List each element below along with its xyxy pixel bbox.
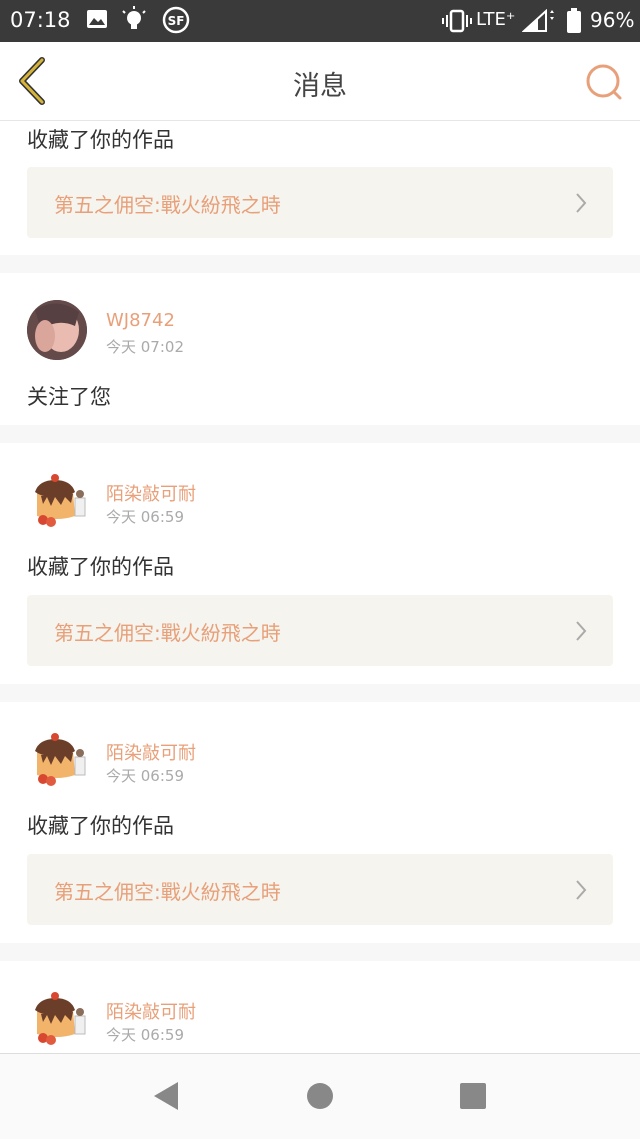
status-time: 07:18 xyxy=(10,8,71,32)
message-item: 陌染敲可耐 今天 06:59 xyxy=(0,961,640,1053)
network-type: LTE⁺ xyxy=(476,9,516,30)
back-triangle-icon[interactable] xyxy=(150,1080,180,1112)
avatar[interactable] xyxy=(27,988,89,1050)
svg-text:SF: SF xyxy=(168,14,185,28)
username[interactable]: 陌染敲可耐 xyxy=(106,998,196,1024)
message-item: 陌染敲可耐 今天 06:59 收藏了你的作品 第五之佣空:戰火紛飛之時 xyxy=(0,702,640,943)
signal-icon xyxy=(522,9,554,32)
sf-app-icon: SF xyxy=(162,6,190,34)
work-title: 第五之佣空:戰火紛飛之時 xyxy=(54,621,281,645)
username[interactable]: 陌染敲可耐 xyxy=(106,739,196,765)
home-circle-icon[interactable] xyxy=(306,1082,334,1110)
message-time: 今天 06:59 xyxy=(106,767,184,785)
work-link[interactable]: 第五之佣空:戰火紛飛之時 xyxy=(27,167,613,238)
vibrate-icon xyxy=(442,9,472,33)
username[interactable]: 陌染敲可耐 xyxy=(106,480,196,506)
message-item: 收藏了你的作品 第五之佣空:戰火紛飛之時 xyxy=(0,121,640,255)
message-action: 关注了您 xyxy=(27,385,111,409)
username[interactable]: WJ8742 xyxy=(106,310,175,331)
search-button[interactable] xyxy=(584,62,624,102)
status-bar: 07:18 SF LTE⁺ 96% xyxy=(0,0,640,42)
battery-percent: 96% xyxy=(590,8,635,32)
chevron-right-icon xyxy=(576,880,587,900)
avatar[interactable] xyxy=(27,729,89,791)
message-item: 陌染敲可耐 今天 06:59 收藏了你的作品 第五之佣空:戰火紛飛之時 xyxy=(0,443,640,684)
header-bar: 消息 xyxy=(0,42,640,121)
work-link[interactable]: 第五之佣空:戰火紛飛之時 xyxy=(27,595,613,666)
work-title: 第五之佣空:戰火紛飛之時 xyxy=(54,193,281,217)
recents-square-icon[interactable] xyxy=(459,1082,487,1110)
message-list[interactable]: 收藏了你的作品 第五之佣空:戰火紛飛之時 WJ8742 今天 07:02 关注了… xyxy=(0,121,640,1053)
work-title: 第五之佣空:戰火紛飛之時 xyxy=(54,880,281,904)
message-action: 收藏了你的作品 xyxy=(27,814,174,838)
chevron-right-icon xyxy=(576,193,587,213)
work-link[interactable]: 第五之佣空:戰火紛飛之時 xyxy=(27,854,613,925)
message-time: 今天 06:59 xyxy=(106,1026,184,1044)
message-time: 今天 07:02 xyxy=(106,338,184,356)
message-action: 收藏了你的作品 xyxy=(27,555,174,579)
lightbulb-icon xyxy=(122,6,146,29)
system-nav-bar xyxy=(0,1053,640,1139)
message-action: 收藏了你的作品 xyxy=(27,128,174,152)
search-icon xyxy=(586,64,622,100)
message-item: WJ8742 今天 07:02 关注了您 xyxy=(0,273,640,425)
avatar[interactable] xyxy=(27,470,89,532)
avatar[interactable] xyxy=(27,300,87,360)
image-icon xyxy=(87,10,107,28)
page-title: 消息 xyxy=(293,71,347,102)
chevron-right-icon xyxy=(576,621,587,641)
message-time: 今天 06:59 xyxy=(106,508,184,526)
battery-icon xyxy=(567,8,581,33)
